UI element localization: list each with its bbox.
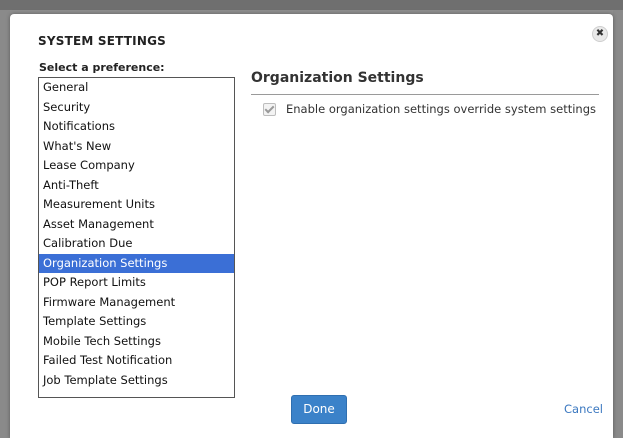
background-right <box>613 10 623 438</box>
preference-item[interactable]: Lease Company <box>39 156 234 176</box>
override-checkbox[interactable] <box>263 102 276 116</box>
preference-item[interactable]: General <box>39 78 234 98</box>
preference-item[interactable]: Anti-Theft <box>39 176 234 196</box>
cancel-link[interactable]: Cancel <box>564 402 603 416</box>
section-title: Organization Settings <box>251 70 424 86</box>
system-settings-dialog: SYSTEM SETTINGS ✖ Select a preference: G… <box>10 14 613 438</box>
preference-item[interactable]: Organization Settings <box>39 253 234 273</box>
preference-item[interactable]: Measurement Units <box>39 195 234 215</box>
preference-item[interactable]: Mobile Tech Settings <box>39 332 234 352</box>
override-option-row[interactable]: Enable organization settings override sy… <box>263 101 596 117</box>
background-left <box>0 10 10 438</box>
preference-item[interactable]: POP Report Limits <box>39 273 234 293</box>
section-divider <box>251 94 599 95</box>
preference-list-label: Select a preference: <box>39 61 165 74</box>
preference-item[interactable]: Template Settings <box>39 312 234 332</box>
preference-list[interactable]: General Security Notifications What's New Le… <box>38 77 235 398</box>
preference-item[interactable]: What's New <box>39 137 234 157</box>
preference-item[interactable]: Notifications <box>39 117 234 137</box>
done-button[interactable]: Done <box>291 395 347 424</box>
preference-item[interactable]: Calibration Due <box>39 234 234 254</box>
override-checkbox-label: Enable organization settings override sy… <box>286 102 596 116</box>
preference-item[interactable]: Firmware Management <box>39 293 234 313</box>
dialog-title: SYSTEM SETTINGS <box>38 34 166 48</box>
app-top-bar <box>0 0 623 10</box>
preference-item[interactable]: Job Template Settings <box>39 371 234 391</box>
preference-item[interactable]: Security <box>39 98 234 118</box>
preference-item[interactable]: Asset Management <box>39 215 234 235</box>
close-icon[interactable]: ✖ <box>592 26 608 42</box>
preference-item[interactable]: Failed Test Notification <box>39 351 234 371</box>
